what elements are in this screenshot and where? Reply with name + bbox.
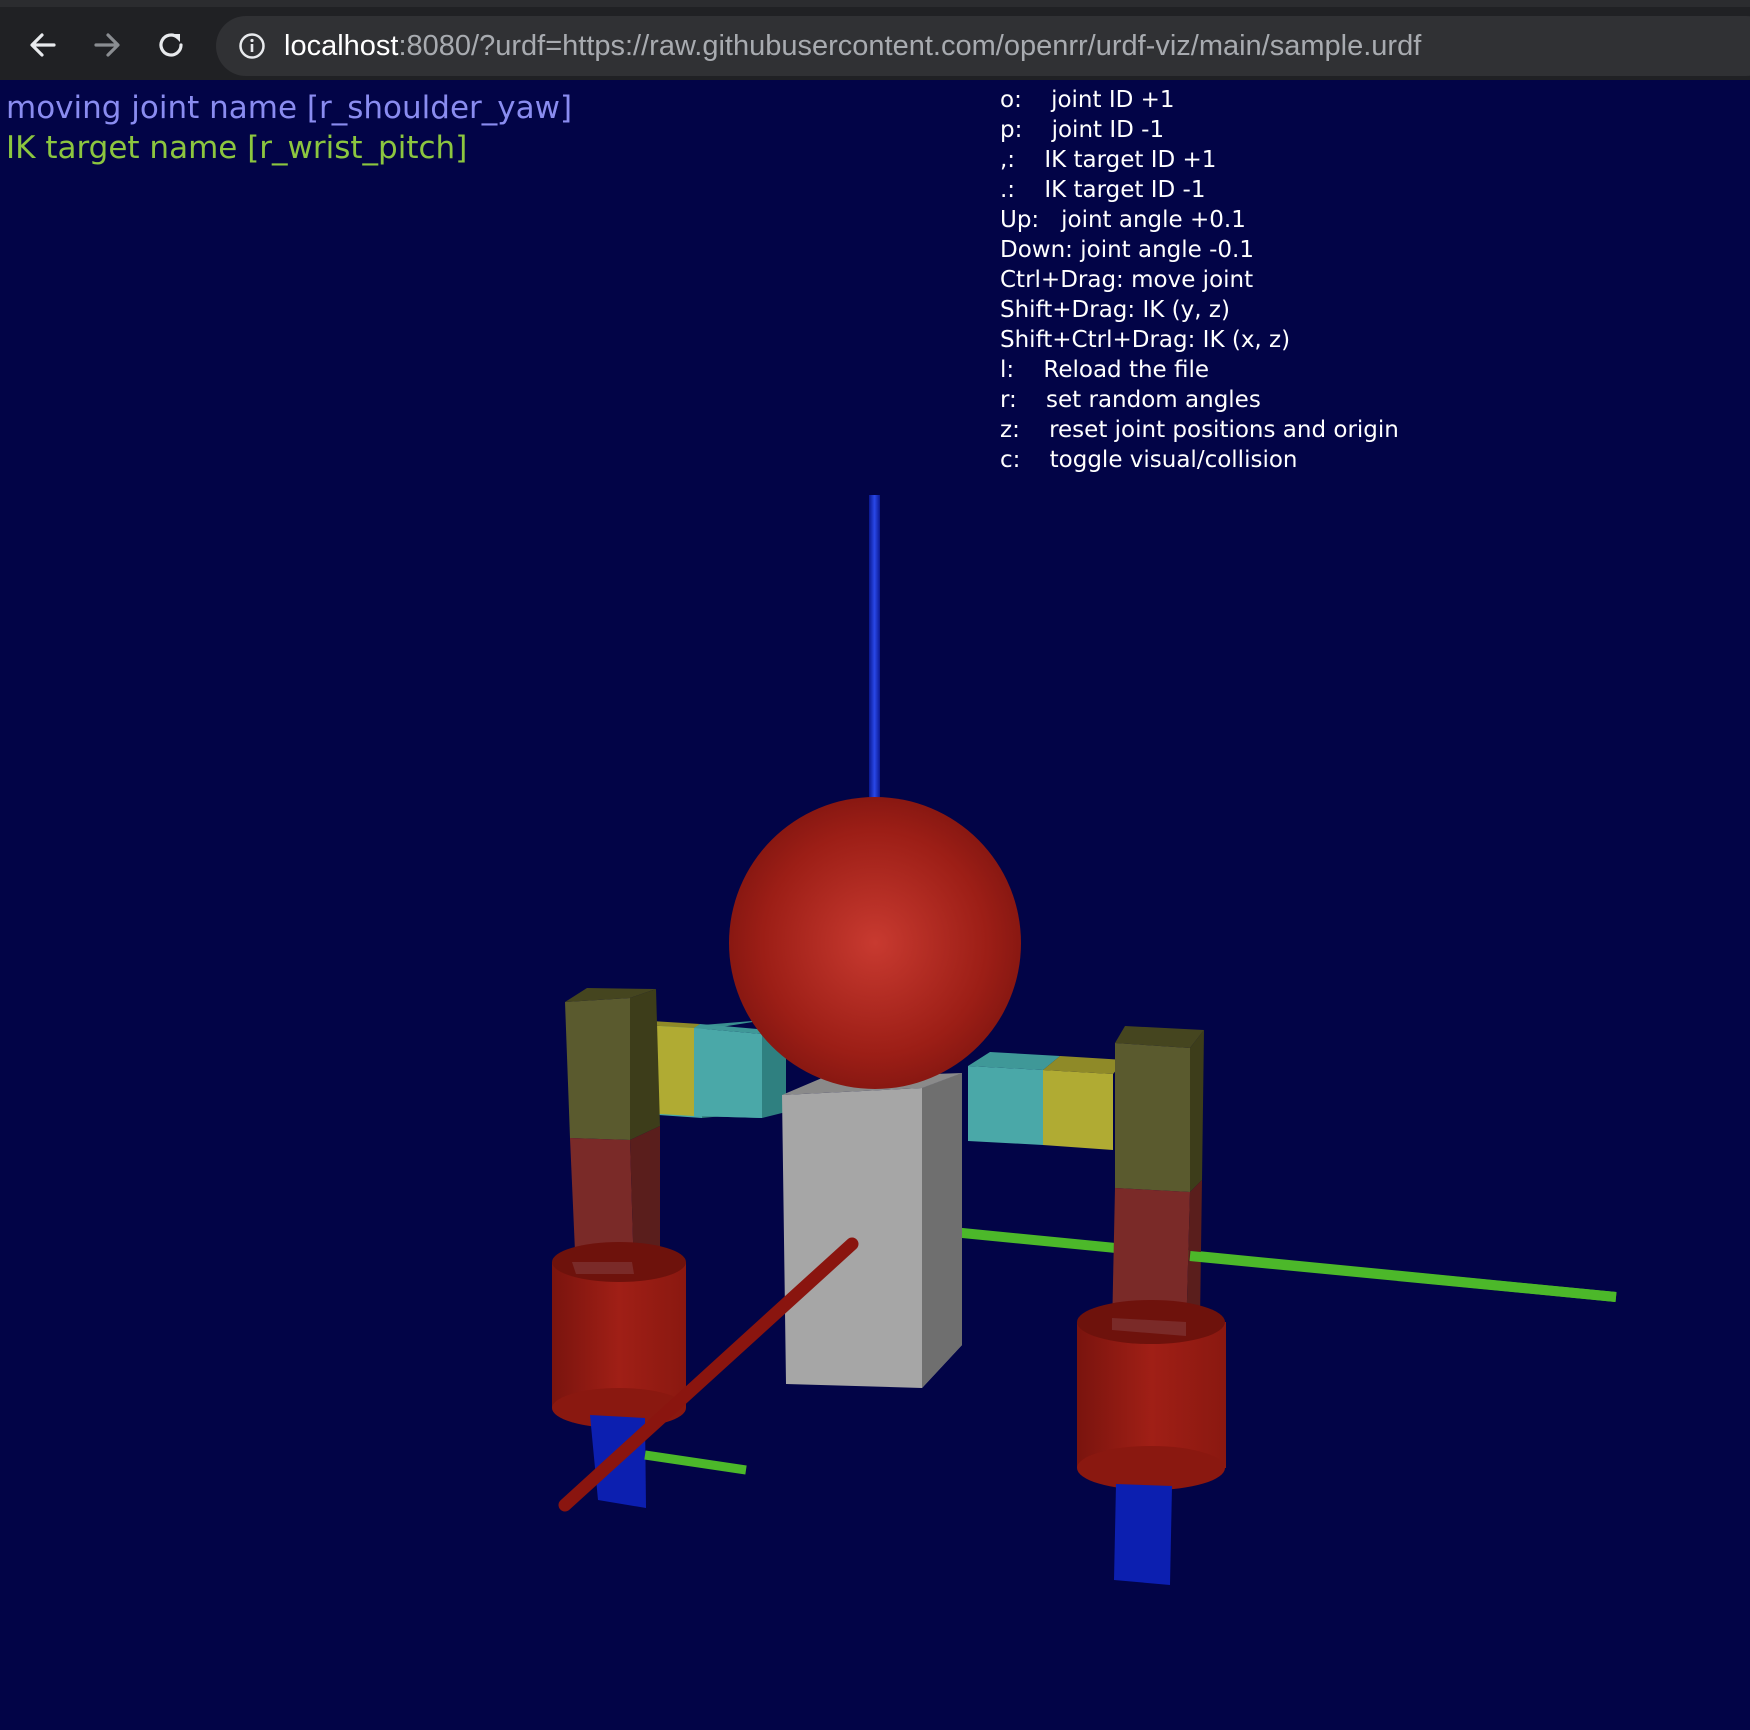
help-row: Ctrl+Drag: move joint — [1000, 265, 1399, 295]
help-description: joint angle +0.1 — [1061, 207, 1246, 233]
help-row: c: toggle visual/collision — [1000, 445, 1399, 475]
keyboard-help: o: joint ID +1 p: joint ID -1,: IK target… — [1000, 85, 1399, 475]
left-elbow-lower — [572, 1262, 634, 1274]
help-key: Up: — [1000, 207, 1062, 233]
reload-icon — [159, 33, 183, 57]
forward-button[interactable] — [89, 27, 125, 63]
help-description: joint ID +1 — [1051, 87, 1175, 113]
help-row: o: joint ID +1 — [1000, 85, 1399, 115]
head-sphere — [729, 797, 1021, 1089]
help-key: .: — [1000, 177, 1045, 203]
moving-joint-label: moving joint name [r_shoulder_yaw] — [6, 90, 573, 126]
left-upper-arm — [565, 998, 630, 1140]
help-row: Down: joint angle -0.1 — [1000, 235, 1399, 265]
url-path: :8080/?urdf=https://raw.githubuserconten… — [398, 30, 1422, 62]
browser-toolbar: localhost:8080/?urdf=https://raw.githubu… — [0, 0, 1750, 80]
y-axis-right-front — [1189, 1251, 1617, 1302]
reload-button[interactable] — [153, 27, 189, 63]
ik-target-label: IK target name [r_wrist_pitch] — [6, 130, 468, 166]
help-key: o: — [1000, 87, 1052, 113]
help-description: move joint — [1131, 267, 1254, 293]
robot-scene[interactable] — [0, 80, 1750, 1726]
3d-viewport[interactable] — [0, 80, 1750, 1726]
address-bar[interactable]: localhost:8080/?urdf=https://raw.githubu… — [216, 16, 1750, 76]
help-key: Down: — [1000, 237, 1081, 263]
right-hand — [1114, 1484, 1172, 1585]
help-key: Shift+Ctrl+Drag: — [1000, 327, 1203, 353]
help-row: r: set random angles — [1000, 385, 1399, 415]
help-key: Shift+Drag: — [1000, 297, 1143, 323]
help-description: set random angles — [1046, 387, 1261, 413]
torso-side — [922, 1073, 962, 1388]
help-description: IK target ID -1 — [1044, 177, 1206, 203]
url-host: localhost — [284, 30, 399, 62]
help-description: reset joint positions and origin — [1049, 417, 1399, 443]
help-description: IK target ID +1 — [1044, 147, 1217, 173]
url-text[interactable]: localhost:8080/?urdf=https://raw.githubu… — [284, 30, 1421, 63]
y-axis-left — [644, 1450, 747, 1475]
help-description: joint angle -0.1 — [1080, 237, 1254, 263]
help-row: z: reset joint positions and origin — [1000, 415, 1399, 445]
help-row: p: joint ID -1 — [1000, 115, 1399, 145]
help-description: Reload the file — [1043, 357, 1210, 383]
left-upper-arm-side — [630, 989, 660, 1140]
back-button[interactable] — [25, 27, 61, 63]
help-key: p: — [1000, 117, 1052, 143]
right-shoulder-yellow — [1043, 1070, 1113, 1150]
help-key: r: — [1000, 387, 1047, 413]
status-overlay: moving joint name [r_shoulder_yaw] IK ta… — [6, 88, 572, 168]
help-description: toggle visual/collision — [1049, 447, 1298, 473]
help-row: Up: joint angle +0.1 — [1000, 205, 1399, 235]
help-key: z: — [1000, 417, 1050, 443]
help-description: IK (x, z) — [1202, 327, 1291, 353]
left-arm-link-cyan-main — [694, 1028, 762, 1118]
arrow-right-icon — [94, 33, 120, 57]
right-upper-arm — [1115, 1043, 1190, 1192]
help-description: joint ID -1 — [1051, 117, 1165, 143]
z-axis — [869, 495, 880, 805]
help-key: Ctrl+Drag: — [1000, 267, 1132, 293]
left-forearm-cylinder — [552, 1262, 686, 1408]
help-row: .: IK target ID -1 — [1000, 175, 1399, 205]
help-key: ,: — [1000, 147, 1045, 173]
help-row: l: Reload the file — [1000, 355, 1399, 385]
arrow-left-icon — [30, 33, 56, 57]
right-arm-link-cyan — [968, 1066, 1043, 1145]
help-key: c: — [1000, 447, 1050, 473]
info-circle-icon[interactable] — [238, 32, 266, 60]
right-forearm-cylinder-bottom — [1077, 1446, 1225, 1490]
help-description: IK (y, z) — [1142, 297, 1230, 323]
help-row: Shift+Drag: IK (y, z) — [1000, 295, 1399, 325]
right-upper-arm-side — [1190, 1030, 1204, 1192]
help-key: l: — [1000, 357, 1044, 383]
help-row: ,: IK target ID +1 — [1000, 145, 1399, 175]
help-row: Shift+Ctrl+Drag: IK (x, z) — [1000, 325, 1399, 355]
